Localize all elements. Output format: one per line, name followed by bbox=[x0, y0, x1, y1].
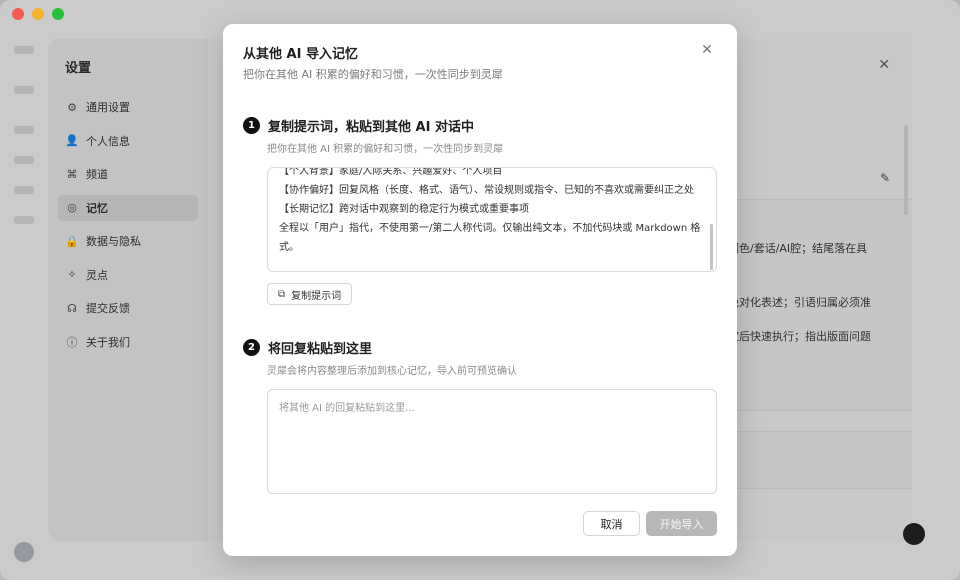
close-icon[interactable]: ✕ bbox=[699, 42, 715, 58]
step-title: 复制提示词，粘贴到其他 AI 对话中 bbox=[268, 120, 474, 135]
prompt-text-area[interactable]: 【个人背景】家庭/人际关系、兴趣爱好、个人项目 【协作偏好】回复风格（长度、格式… bbox=[267, 167, 717, 272]
import-memory-dialog: 从其他 AI 导入记忆 把你在其他 AI 积累的偏好和习惯，一次性同步到灵犀 ✕… bbox=[223, 24, 737, 556]
step-description: 把你在其他 AI 积累的偏好和习惯，一次性同步到灵犀 bbox=[267, 144, 504, 155]
step-description: 灵犀会将内容整理后添加到核心记忆，导入前可预览确认 bbox=[267, 366, 517, 377]
step-number: 1 bbox=[243, 117, 260, 134]
reply-paste-input[interactable] bbox=[267, 389, 717, 494]
scrollbar[interactable] bbox=[710, 224, 713, 270]
cancel-button[interactable]: 取消 bbox=[583, 511, 640, 536]
start-import-button[interactable]: 开始导入 bbox=[646, 511, 717, 536]
copy-prompt-label: 复制提示词 bbox=[291, 290, 342, 302]
copy-prompt-button[interactable]: ⧉ 复制提示词 bbox=[267, 283, 353, 305]
step-title: 将回复粘贴到这里 bbox=[268, 342, 373, 357]
prompt-text: 【个人背景】家庭/人际关系、兴趣爱好、个人项目 【协作偏好】回复风格（长度、格式… bbox=[279, 167, 701, 253]
step-number: 2 bbox=[243, 339, 260, 356]
copy-icon: ⧉ bbox=[278, 288, 286, 300]
step-2-header: 2 将回复粘贴到这里 bbox=[243, 338, 372, 357]
dialog-subtitle: 把你在其他 AI 积累的偏好和习惯，一次性同步到灵犀 bbox=[243, 68, 503, 81]
dialog-title: 从其他 AI 导入记忆 bbox=[243, 47, 358, 62]
step-1-header: 1 复制提示词，粘贴到其他 AI 对话中 bbox=[243, 116, 474, 135]
